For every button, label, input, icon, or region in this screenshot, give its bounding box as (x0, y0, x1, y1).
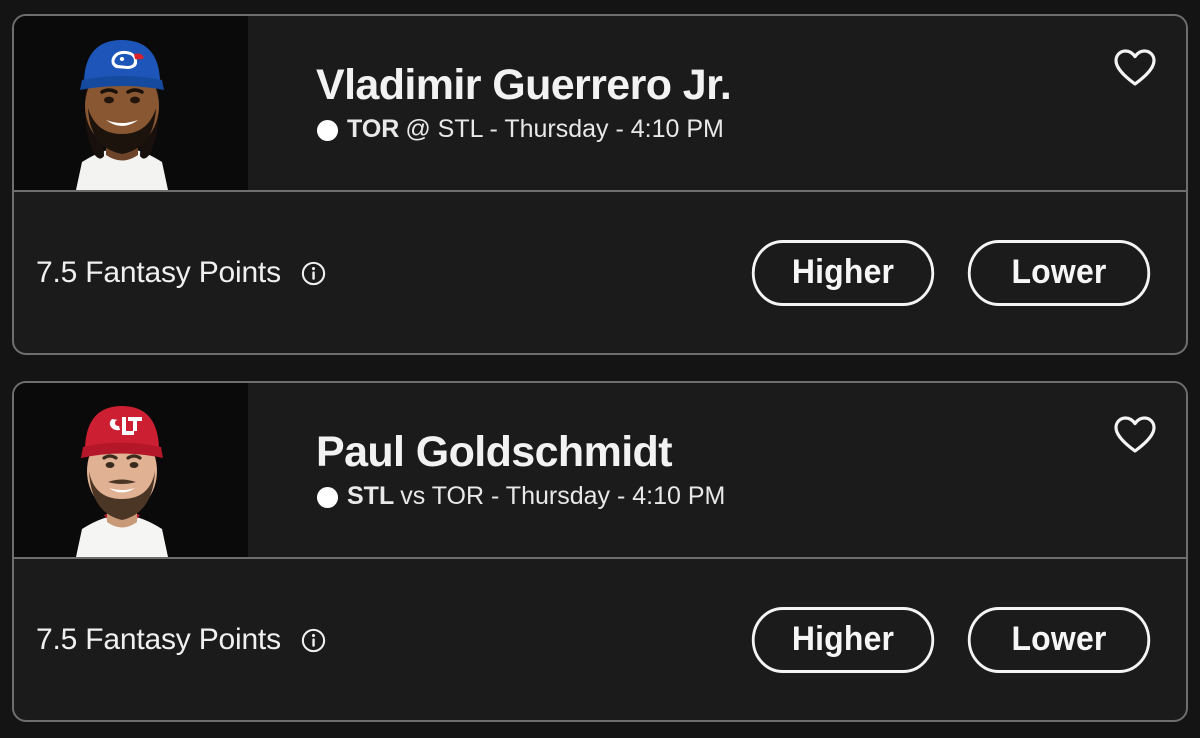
player-photo (75, 406, 168, 557)
player-info: Vladimir Guerrero Jr. TOR @ STL - Thursd… (248, 16, 1186, 143)
card-header: Vladimir Guerrero Jr. TOR @ STL - Thursd… (14, 16, 1186, 192)
stat-line-text: 7.5 Fantasy Points (36, 255, 281, 289)
matchup-details: @ STL - Thursday - 4:10 PM (405, 114, 724, 143)
pick-buttons: Higher Lower (746, 606, 1156, 673)
player-props-list: Vladimir Guerrero Jr. TOR @ STL - Thursd… (0, 0, 1200, 738)
player-photo (75, 40, 168, 190)
higher-button[interactable]: Higher (751, 606, 935, 673)
heart-icon (1114, 49, 1156, 86)
info-icon[interactable] (301, 627, 326, 653)
lower-button[interactable]: Lower (967, 606, 1151, 673)
player-headshot-container (14, 383, 248, 557)
info-icon[interactable] (301, 260, 326, 286)
stat-row: 7.5 Fantasy Points Higher Lower (14, 559, 1186, 720)
stat-row: 7.5 Fantasy Points Higher Lower (14, 192, 1186, 353)
player-info: Paul Goldschmidt STL vs TOR - Thursday -… (248, 383, 1186, 510)
baseball-icon (314, 486, 341, 509)
team-abbreviation: STL (347, 481, 395, 510)
player-prop-card[interactable]: Paul Goldschmidt STL vs TOR - Thursday -… (12, 381, 1188, 722)
player-name: Paul Goldschmidt (316, 428, 673, 476)
player-name: Vladimir Guerrero Jr. (316, 61, 732, 109)
higher-button[interactable]: Higher (751, 239, 935, 306)
heart-icon (1114, 416, 1156, 453)
stat-label-group: 7.5 Fantasy Points (36, 256, 326, 290)
card-header: Paul Goldschmidt STL vs TOR - Thursday -… (14, 383, 1186, 559)
game-info-line: STL vs TOR - Thursday - 4:10 PM (314, 481, 1186, 511)
lower-button[interactable]: Lower (967, 239, 1151, 306)
team-abbreviation: TOR (347, 114, 400, 143)
player-prop-card[interactable]: Vladimir Guerrero Jr. TOR @ STL - Thursd… (12, 14, 1188, 355)
stat-label-group: 7.5 Fantasy Points (36, 623, 326, 657)
favorite-heart-button[interactable] (1114, 415, 1156, 455)
matchup-details: vs TOR - Thursday - 4:10 PM (400, 481, 726, 510)
pick-buttons: Higher Lower (746, 239, 1156, 306)
favorite-heart-button[interactable] (1114, 48, 1156, 88)
baseball-icon (314, 119, 341, 142)
stat-line-text: 7.5 Fantasy Points (36, 622, 281, 656)
player-headshot-container (14, 16, 248, 190)
game-info-line: TOR @ STL - Thursday - 4:10 PM (314, 114, 1186, 144)
